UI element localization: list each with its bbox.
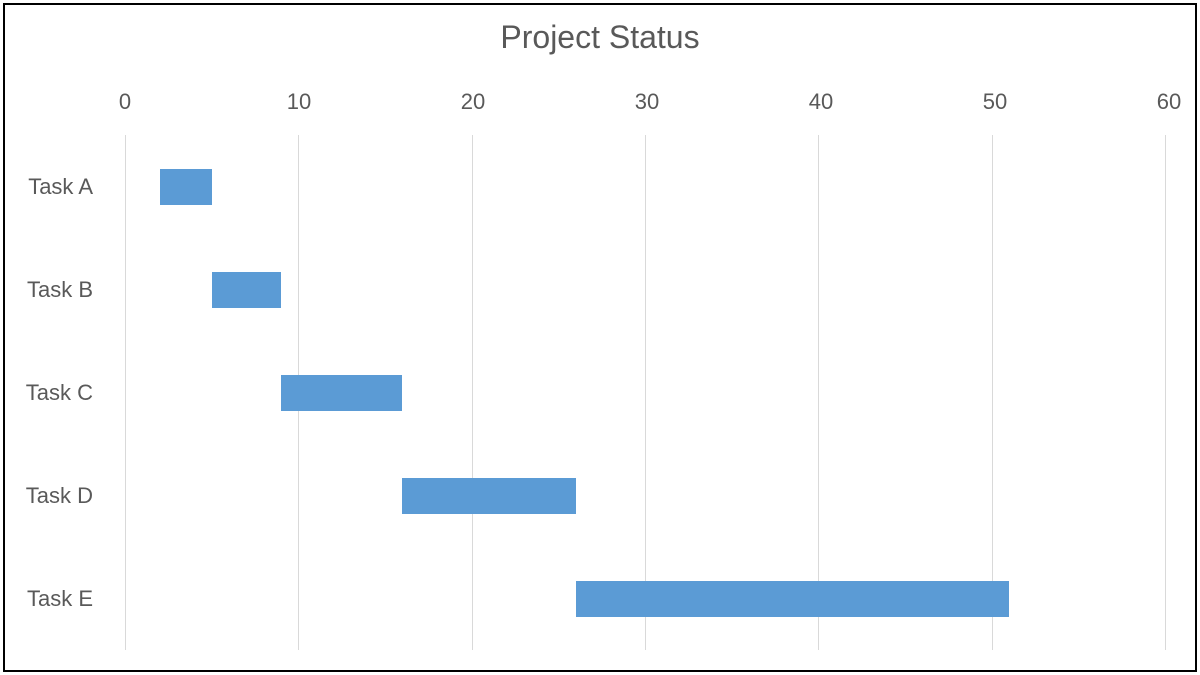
x-tick-label: 30 (635, 89, 659, 115)
gridline (125, 135, 126, 650)
x-tick-label: 10 (287, 89, 311, 115)
x-tick-label: 20 (461, 89, 485, 115)
gantt-bar (212, 272, 281, 308)
x-tick-label: 50 (983, 89, 1007, 115)
y-tick-label: Task A (28, 174, 93, 200)
chart-title: Project Status (5, 19, 1195, 56)
gridline (992, 135, 993, 650)
gantt-bar (160, 169, 212, 205)
x-axis: 0 10 20 30 40 50 60 (5, 67, 1195, 117)
chart-container: Project Status 0 10 20 30 40 50 60 Task … (3, 3, 1197, 672)
y-tick-label: Task B (27, 277, 93, 303)
x-tick-label: 60 (1157, 89, 1181, 115)
gridline (645, 135, 646, 650)
gantt-bar (281, 375, 402, 411)
x-tick-label: 40 (809, 89, 833, 115)
y-tick-label: Task C (26, 380, 93, 406)
gridline (818, 135, 819, 650)
plot-area (125, 135, 1165, 650)
gridline (1165, 135, 1166, 650)
y-axis: Task A Task B Task C Task D Task E (5, 135, 115, 650)
y-tick-label: Task E (27, 586, 93, 612)
y-tick-label: Task D (26, 483, 93, 509)
gantt-bar (402, 478, 575, 514)
gridline (472, 135, 473, 650)
gantt-bar (576, 581, 1009, 617)
x-tick-label: 0 (119, 89, 131, 115)
